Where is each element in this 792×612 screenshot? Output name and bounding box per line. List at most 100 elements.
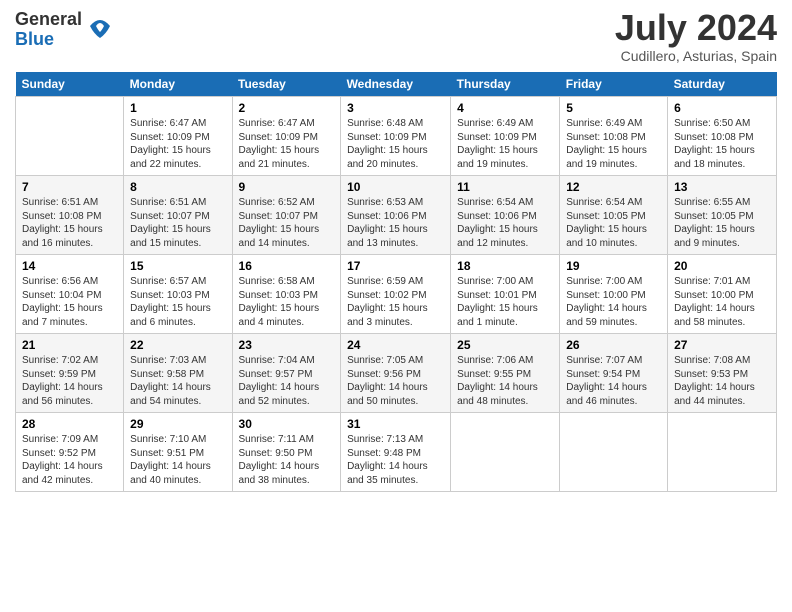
table-row: 14 Sunrise: 6:56 AM Sunset: 10:04 PM Dayl… <box>16 255 124 334</box>
day-info: Sunrise: 7:07 AM Sunset: 9:54 PM Dayligh… <box>566 354 661 408</box>
day-number: 15 <box>130 259 225 273</box>
table-row <box>16 97 124 176</box>
day-info: Sunrise: 7:10 AM Sunset: 9:51 PM Dayligh… <box>130 433 225 487</box>
day-number: 22 <box>130 338 225 352</box>
col-monday: Monday <box>124 72 232 97</box>
calendar-table: Sunday Monday Tuesday Wednesday Thursday… <box>15 72 777 492</box>
day-info: Sunrise: 6:54 AM Sunset: 10:06 PM Daylig… <box>457 196 553 250</box>
day-number: 14 <box>22 259 117 273</box>
day-number: 18 <box>457 259 553 273</box>
day-info: Sunrise: 7:00 AM Sunset: 10:00 PM Daylig… <box>566 275 661 329</box>
day-number: 2 <box>239 101 335 115</box>
title-section: July 2024 Cudillero, Asturias, Spain <box>615 10 777 64</box>
day-number: 28 <box>22 417 117 431</box>
day-number: 5 <box>566 101 661 115</box>
day-number: 6 <box>674 101 770 115</box>
col-thursday: Thursday <box>451 72 560 97</box>
day-number: 11 <box>457 180 553 194</box>
day-info: Sunrise: 6:56 AM Sunset: 10:04 PM Daylig… <box>22 275 117 329</box>
day-number: 23 <box>239 338 335 352</box>
day-info: Sunrise: 7:11 AM Sunset: 9:50 PM Dayligh… <box>239 433 335 487</box>
day-info: Sunrise: 7:04 AM Sunset: 9:57 PM Dayligh… <box>239 354 335 408</box>
day-info: Sunrise: 7:06 AM Sunset: 9:55 PM Dayligh… <box>457 354 553 408</box>
table-row: 9 Sunrise: 6:52 AM Sunset: 10:07 PM Dayli… <box>232 176 341 255</box>
day-number: 8 <box>130 180 225 194</box>
day-number: 1 <box>130 101 225 115</box>
day-info: Sunrise: 7:08 AM Sunset: 9:53 PM Dayligh… <box>674 354 770 408</box>
calendar-week-1: 1 Sunrise: 6:47 AM Sunset: 10:09 PM Dayli… <box>16 97 777 176</box>
day-info: Sunrise: 7:13 AM Sunset: 9:48 PM Dayligh… <box>347 433 444 487</box>
day-info: Sunrise: 6:52 AM Sunset: 10:07 PM Daylig… <box>239 196 335 250</box>
table-row: 3 Sunrise: 6:48 AM Sunset: 10:09 PM Dayli… <box>341 97 451 176</box>
table-row: 29 Sunrise: 7:10 AM Sunset: 9:51 PM Dayli… <box>124 413 232 492</box>
day-info: Sunrise: 7:09 AM Sunset: 9:52 PM Dayligh… <box>22 433 117 487</box>
table-row: 25 Sunrise: 7:06 AM Sunset: 9:55 PM Dayli… <box>451 334 560 413</box>
day-number: 3 <box>347 101 444 115</box>
table-row: 18 Sunrise: 7:00 AM Sunset: 10:01 PM Dayl… <box>451 255 560 334</box>
day-number: 26 <box>566 338 661 352</box>
col-tuesday: Tuesday <box>232 72 341 97</box>
day-number: 27 <box>674 338 770 352</box>
day-info: Sunrise: 6:57 AM Sunset: 10:03 PM Daylig… <box>130 275 225 329</box>
table-row: 26 Sunrise: 7:07 AM Sunset: 9:54 PM Dayli… <box>560 334 668 413</box>
logo-blue: Blue <box>15 30 82 50</box>
table-row: 31Sunrise: 7:13 AM Sunset: 9:48 PM Dayli… <box>341 413 451 492</box>
day-info: Sunrise: 7:02 AM Sunset: 9:59 PM Dayligh… <box>22 354 117 408</box>
table-row: 2 Sunrise: 6:47 AM Sunset: 10:09 PM Dayli… <box>232 97 341 176</box>
calendar-week-4: 21 Sunrise: 7:02 AM Sunset: 9:59 PM Dayli… <box>16 334 777 413</box>
table-row <box>560 413 668 492</box>
table-row: 19 Sunrise: 7:00 AM Sunset: 10:00 PM Dayl… <box>560 255 668 334</box>
table-row: 24Sunrise: 7:05 AM Sunset: 9:56 PM Dayli… <box>341 334 451 413</box>
calendar-week-2: 7 Sunrise: 6:51 AM Sunset: 10:08 PM Dayli… <box>16 176 777 255</box>
table-row: 5 Sunrise: 6:49 AM Sunset: 10:08 PM Dayli… <box>560 97 668 176</box>
day-number: 21 <box>22 338 117 352</box>
day-number: 20 <box>674 259 770 273</box>
table-row: 4Sunrise: 6:49 AM Sunset: 10:09 PM Dayli… <box>451 97 560 176</box>
day-info: Sunrise: 6:49 AM Sunset: 10:08 PM Daylig… <box>566 117 661 171</box>
day-number: 4 <box>457 101 553 115</box>
day-info: Sunrise: 6:53 AM Sunset: 10:06 PM Daylig… <box>347 196 444 250</box>
day-info: Sunrise: 7:05 AM Sunset: 9:56 PM Dayligh… <box>347 354 444 408</box>
day-info: Sunrise: 7:03 AM Sunset: 9:58 PM Dayligh… <box>130 354 225 408</box>
col-wednesday: Wednesday <box>341 72 451 97</box>
table-row: 28 Sunrise: 7:09 AM Sunset: 9:52 PM Dayli… <box>16 413 124 492</box>
day-number: 10 <box>347 180 444 194</box>
col-saturday: Saturday <box>668 72 777 97</box>
day-number: 30 <box>239 417 335 431</box>
day-number: 29 <box>130 417 225 431</box>
month-year: July 2024 <box>615 10 777 46</box>
day-number: 25 <box>457 338 553 352</box>
calendar-week-5: 28 Sunrise: 7:09 AM Sunset: 9:52 PM Dayli… <box>16 413 777 492</box>
table-row <box>668 413 777 492</box>
day-info: Sunrise: 6:50 AM Sunset: 10:08 PM Daylig… <box>674 117 770 171</box>
table-row: 1 Sunrise: 6:47 AM Sunset: 10:09 PM Dayli… <box>124 97 232 176</box>
day-info: Sunrise: 6:48 AM Sunset: 10:09 PM Daylig… <box>347 117 444 171</box>
logo-text: General Blue <box>15 10 82 50</box>
day-number: 17 <box>347 259 444 273</box>
day-number: 9 <box>239 180 335 194</box>
table-row: 7 Sunrise: 6:51 AM Sunset: 10:08 PM Dayli… <box>16 176 124 255</box>
table-row: 6 Sunrise: 6:50 AM Sunset: 10:08 PM Dayli… <box>668 97 777 176</box>
page-container: General Blue July 2024 Cudillero, Asturi… <box>0 0 792 502</box>
day-info: Sunrise: 6:51 AM Sunset: 10:07 PM Daylig… <box>130 196 225 250</box>
header-row: Sunday Monday Tuesday Wednesday Thursday… <box>16 72 777 97</box>
day-info: Sunrise: 7:00 AM Sunset: 10:01 PM Daylig… <box>457 275 553 329</box>
day-info: Sunrise: 6:47 AM Sunset: 10:09 PM Daylig… <box>130 117 225 171</box>
calendar-week-3: 14 Sunrise: 6:56 AM Sunset: 10:04 PM Dayl… <box>16 255 777 334</box>
col-sunday: Sunday <box>16 72 124 97</box>
day-number: 13 <box>674 180 770 194</box>
logo-icon <box>86 12 114 40</box>
day-number: 7 <box>22 180 117 194</box>
day-info: Sunrise: 6:55 AM Sunset: 10:05 PM Daylig… <box>674 196 770 250</box>
day-info: Sunrise: 6:59 AM Sunset: 10:02 PM Daylig… <box>347 275 444 329</box>
location: Cudillero, Asturias, Spain <box>615 48 777 64</box>
day-info: Sunrise: 6:51 AM Sunset: 10:08 PM Daylig… <box>22 196 117 250</box>
table-row: 13 Sunrise: 6:55 AM Sunset: 10:05 PM Dayl… <box>668 176 777 255</box>
table-row <box>451 413 560 492</box>
header: General Blue July 2024 Cudillero, Asturi… <box>15 10 777 64</box>
table-row: 11 Sunrise: 6:54 AM Sunset: 10:06 PM Dayl… <box>451 176 560 255</box>
day-info: Sunrise: 6:47 AM Sunset: 10:09 PM Daylig… <box>239 117 335 171</box>
table-row: 20Sunrise: 7:01 AM Sunset: 10:00 PM Dayl… <box>668 255 777 334</box>
day-number: 16 <box>239 259 335 273</box>
day-number: 19 <box>566 259 661 273</box>
